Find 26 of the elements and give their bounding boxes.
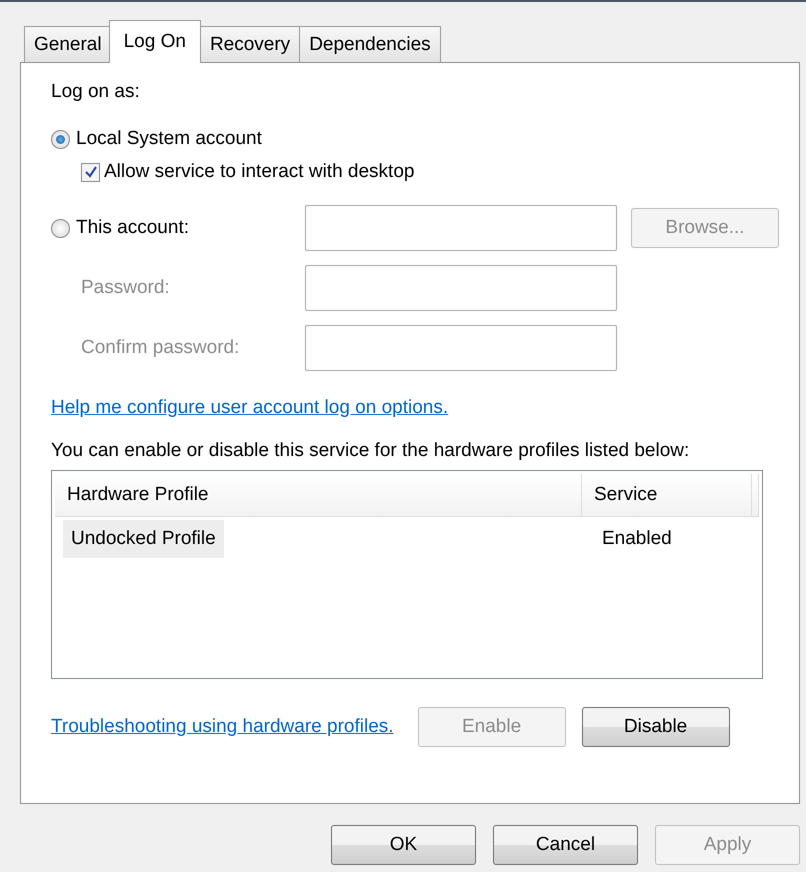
tab[interactable]: Dependencies xyxy=(299,26,441,62)
tab[interactable]: Log On xyxy=(108,20,201,63)
tab[interactable]: Recovery xyxy=(200,26,300,62)
column-header[interactable]: Service xyxy=(582,474,752,516)
radio-button[interactable] xyxy=(51,218,70,238)
radio-button[interactable] xyxy=(51,130,70,148)
troubleshoot-link[interactable]: Troubleshooting using hardware profiles. xyxy=(51,716,394,738)
dialog-button[interactable]: OK xyxy=(331,825,476,865)
field-label: Password: xyxy=(80,277,171,299)
profile-button[interactable]: Disable xyxy=(582,707,730,747)
tab[interactable]: General xyxy=(24,26,112,62)
section-label: Log on as: xyxy=(51,81,141,103)
table-cell[interactable]: Undocked Profile xyxy=(63,520,224,558)
dialog-button[interactable]: Cancel xyxy=(493,825,638,865)
password-field[interactable] xyxy=(305,325,617,371)
password-field[interactable] xyxy=(305,265,617,311)
account-field[interactable] xyxy=(305,205,617,251)
help-link[interactable]: Help me configure user account log on options. xyxy=(51,397,448,419)
column-header[interactable]: Hardware Profile xyxy=(55,474,582,516)
radio-label: This account: xyxy=(76,217,189,239)
description-text: You can enable or disable this service for the hardware profiles listed below: xyxy=(51,440,690,462)
radio-label: Local System account xyxy=(76,128,262,150)
checkbox[interactable] xyxy=(81,162,100,182)
field-label: Confirm password: xyxy=(80,337,240,359)
checkbox-label: Allow service to interact with desktop xyxy=(104,161,414,183)
table-cell[interactable]: Enabled xyxy=(594,520,680,558)
